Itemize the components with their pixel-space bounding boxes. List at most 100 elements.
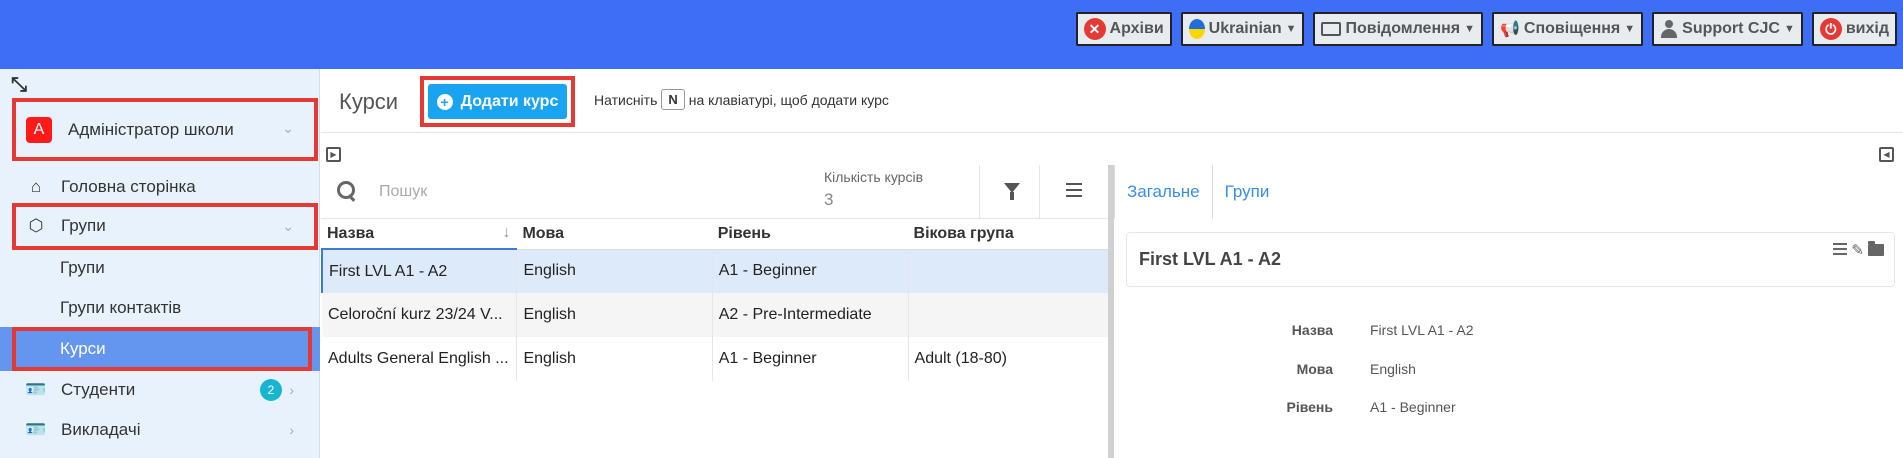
course-count-label: Кількість курсів bbox=[824, 169, 924, 185]
plus-circle-icon: + bbox=[436, 93, 453, 110]
table-cell bbox=[908, 293, 1111, 337]
school-selector[interactable]: A Адміністратор школи ⌄ bbox=[12, 98, 318, 161]
pencil-icon[interactable]: ✎ bbox=[1851, 241, 1864, 259]
sidebar-subitem-contact-groups[interactable]: Групи контактів bbox=[0, 289, 320, 327]
course-title: First LVL A1 - A2 bbox=[1139, 249, 1282, 269]
table-cell: Adults General English ... bbox=[322, 337, 518, 381]
menu-icon[interactable] bbox=[1066, 183, 1082, 201]
table-header-row: Назва ↓ Мова Рівень Вікова група bbox=[322, 219, 1111, 250]
sidebar-item-label: Студенти bbox=[61, 380, 136, 399]
sidebar-item-label: Викладачі bbox=[61, 420, 141, 439]
course-count: Кількість курсів 3 bbox=[824, 169, 923, 210]
table-cell: Celoroční kurz 23/24 V... bbox=[322, 293, 518, 337]
students-badge: 2 bbox=[260, 379, 282, 401]
chevron-right-icon: › bbox=[289, 422, 294, 438]
id-card-icon: 🪪 bbox=[25, 420, 47, 439]
column-header-age-group[interactable]: Вікова група bbox=[908, 219, 1111, 250]
top-buttons: ✕ Архіви Ukrainian ▼ Повідомлення ▼ 📢 Сп… bbox=[1075, 12, 1897, 46]
box-icon: ⬡ bbox=[28, 216, 44, 235]
chevron-down-icon: ⌄ bbox=[282, 217, 294, 234]
language-label: Ukrainian bbox=[1208, 20, 1282, 37]
user-icon bbox=[1660, 20, 1678, 38]
messages-button[interactable]: Повідомлення ▼ bbox=[1313, 12, 1483, 46]
course-count-value: 3 bbox=[824, 190, 834, 209]
card-actions: ✎ bbox=[1833, 241, 1884, 259]
megaphone-icon: 📢 bbox=[1500, 21, 1520, 38]
table-cell: Adult (18-80) bbox=[908, 337, 1111, 381]
ukraine-flag-icon bbox=[1188, 19, 1205, 39]
keyboard-hint: Натисніть N на клавіатурі, щоб додати ку… bbox=[594, 89, 889, 110]
messages-label: Повідомлення bbox=[1345, 20, 1461, 37]
hint-after: на клавіатурі, щоб додати курс bbox=[688, 91, 889, 108]
table-row[interactable]: Adults General English ... English A1 - … bbox=[322, 337, 1111, 381]
expand-right-panel-icon[interactable]: ◀ bbox=[1879, 147, 1894, 162]
column-header-level[interactable]: Рівень bbox=[712, 219, 909, 250]
divider bbox=[1039, 165, 1040, 219]
course-list-panel: Кількість курсів 3 Назва ↓ Мова Рівень В… bbox=[321, 165, 1111, 458]
table-cell bbox=[908, 249, 1111, 293]
field-value: First LVL A1 - A2 bbox=[1370, 322, 1474, 338]
page-title: Курси bbox=[339, 89, 399, 114]
close-circle-icon: ✕ bbox=[1083, 18, 1106, 40]
column-header-language[interactable]: Мова bbox=[516, 219, 713, 250]
expand-left-panel-icon[interactable]: ▶ bbox=[326, 147, 341, 162]
table-cell: English bbox=[516, 337, 713, 381]
field-label: Мова bbox=[1296, 361, 1333, 377]
sidebar-item-students[interactable]: 🪪 Студенти 2 › bbox=[0, 371, 320, 409]
search-bar: Кількість курсів 3 bbox=[321, 165, 1110, 219]
detail-tabs: Загальне Групи bbox=[1114, 165, 1281, 219]
column-header-name[interactable]: Назва ↓ bbox=[322, 219, 518, 250]
school-avatar: A bbox=[26, 116, 52, 143]
user-label: Support CJC bbox=[1682, 20, 1780, 37]
notifications-label: Сповіщення bbox=[1523, 20, 1621, 37]
tab-groups[interactable]: Групи bbox=[1213, 165, 1282, 219]
table-row[interactable]: First LVL A1 - A2 English A1 - Beginner bbox=[321, 249, 1111, 293]
column-header-label: Вікова група bbox=[913, 224, 1014, 242]
sidebar-item-teachers[interactable]: 🪪 Викладачі › bbox=[0, 411, 320, 449]
table-cell: English bbox=[516, 249, 713, 293]
folder-icon[interactable] bbox=[1868, 241, 1884, 256]
sidebar-item-label: Групи bbox=[61, 216, 106, 235]
filter-icon[interactable] bbox=[1004, 183, 1020, 200]
chevron-down-icon: ▼ bbox=[1285, 23, 1297, 35]
sidebar-item-groups[interactable]: ⬡ Групи ⌄ bbox=[0, 207, 320, 245]
chevron-down-icon: ▼ bbox=[1464, 23, 1475, 35]
school-name: Адміністратор школи bbox=[68, 119, 234, 139]
notifications-button[interactable]: 📢 Сповіщення ▼ bbox=[1492, 12, 1644, 46]
course-table: Назва ↓ Мова Рівень Вікова група First L… bbox=[321, 219, 1111, 381]
table-cell: A1 - Beginner bbox=[712, 249, 909, 293]
divider bbox=[979, 165, 980, 219]
sort-down-icon: ↓ bbox=[502, 224, 511, 241]
archive-label: Архіви bbox=[1109, 20, 1164, 37]
archive-button[interactable]: ✕ Архіви bbox=[1075, 12, 1172, 46]
chevron-down-icon: ▼ bbox=[1783, 23, 1795, 35]
table-cell: A1 - Beginner bbox=[712, 337, 909, 381]
search-input[interactable] bbox=[379, 177, 759, 207]
field-label: Назва bbox=[1291, 322, 1333, 338]
sidebar-item-label: Групи bbox=[60, 258, 105, 277]
home-icon: ⌂ bbox=[30, 177, 42, 196]
sidebar-subitem-groups[interactable]: Групи bbox=[0, 249, 320, 287]
user-menu-button[interactable]: Support CJC ▼ bbox=[1652, 12, 1803, 46]
chevron-down-icon: ⌄ bbox=[282, 120, 294, 136]
sidebar-item-label: Головна сторінка bbox=[61, 177, 196, 196]
table-cell: English bbox=[516, 293, 713, 337]
tab-general[interactable]: Загальне bbox=[1114, 165, 1213, 219]
hint-key: N bbox=[661, 89, 685, 110]
column-header-label: Назва bbox=[327, 224, 375, 242]
table-cell: First LVL A1 - A2 bbox=[321, 249, 518, 293]
language-select[interactable]: Ukrainian ▼ bbox=[1180, 12, 1305, 46]
power-icon: ⏻ bbox=[1819, 18, 1842, 40]
add-course-button[interactable]: + Додати курс bbox=[428, 84, 567, 119]
collapse-arrows-icon[interactable]: ⤡ bbox=[11, 74, 27, 97]
sidebar: ⤡ A Адміністратор школи ⌄ ⌂ Головна стор… bbox=[0, 69, 320, 458]
table-row[interactable]: Celoroční kurz 23/24 V... English A2 - P… bbox=[322, 293, 1111, 337]
field-value: English bbox=[1370, 361, 1416, 377]
column-header-label: Мова bbox=[522, 224, 565, 242]
column-header-label: Рівень bbox=[717, 224, 771, 242]
main-header: Курси + Додати курс Натисніть N на клаві… bbox=[321, 69, 1903, 133]
top-bar: ✕ Архіви Ukrainian ▼ Повідомлення ▼ 📢 Сп… bbox=[0, 0, 1903, 69]
logout-button[interactable]: ⏻ вихід bbox=[1811, 12, 1897, 46]
menu-icon[interactable] bbox=[1833, 242, 1848, 258]
sidebar-item-home[interactable]: ⌂ Головна сторінка bbox=[0, 168, 320, 206]
